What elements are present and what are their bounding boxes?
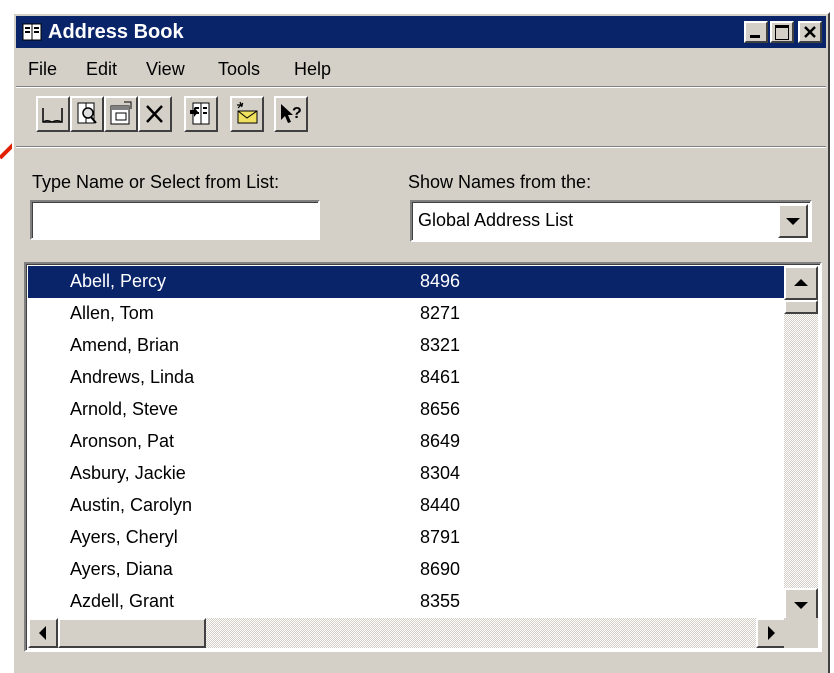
source-label: Show Names from the:	[408, 172, 592, 192]
scroll-down-icon	[794, 602, 808, 609]
address-list-rows: Abell, Percy 8496 Allen, Tom 8271 Amend, Bri…	[28, 266, 786, 622]
contact-extension: 8791	[420, 527, 461, 547]
list-item[interactable]: Asbury, Jackie 8304	[28, 458, 786, 490]
new-message-icon	[237, 101, 258, 124]
scroll-up-button[interactable]	[784, 266, 818, 300]
new-entry-button[interactable]	[36, 96, 70, 132]
maximize-button[interactable]	[770, 21, 794, 43]
dropdown-button[interactable]	[778, 204, 808, 238]
list-item[interactable]: Azdell, Grant 8355	[28, 586, 786, 618]
contact-name: Azdell, Grant	[70, 591, 175, 611]
menu-file[interactable]: File	[28, 59, 57, 80]
contact-extension: 8461	[420, 367, 461, 387]
list-item[interactable]: Arnold, Steve 8656	[28, 394, 786, 426]
list-item[interactable]: Austin, Carolyn 8440	[28, 490, 786, 522]
search-label: Type Name or Select from List:	[32, 172, 280, 192]
window-title: Address Book	[48, 21, 184, 43]
list-item[interactable]: Abell, Percy 8496	[28, 266, 786, 298]
scrollbar-corner	[784, 618, 818, 648]
list-item[interactable]: Andrews, Linda 8461	[28, 362, 786, 394]
maximize-icon	[775, 25, 789, 40]
scroll-up-icon	[794, 279, 808, 286]
properties-button[interactable]	[104, 96, 138, 132]
contact-name: Aronson, Pat	[70, 431, 175, 451]
list-item[interactable]: Allen, Tom 8271	[28, 298, 786, 330]
contact-name: Asbury, Jackie	[70, 463, 186, 483]
contact-name: Ayers, Diana	[70, 559, 173, 579]
svg-text:?: ?	[292, 105, 302, 122]
contact-extension: 8496	[420, 271, 461, 291]
contact-extension: 8690	[420, 559, 461, 579]
menu-bar: File Edit View Tools Help	[16, 54, 826, 84]
address-book-icon	[22, 23, 42, 41]
toolbar-separator	[16, 146, 826, 148]
list-item[interactable]: Ayers, Cheryl 8791	[28, 522, 786, 554]
contact-name: Arnold, Steve	[70, 399, 179, 419]
contact-name: Andrews, Linda	[70, 367, 195, 387]
menu-view[interactable]: View	[146, 59, 185, 80]
new-entry-icon	[42, 108, 63, 123]
address-list-value: Global Address List	[418, 210, 574, 230]
help-button[interactable]: ?	[274, 96, 308, 132]
contact-name: Austin, Carolyn	[70, 495, 193, 515]
menu-edit[interactable]: Edit	[86, 59, 117, 80]
new-message-button[interactable]	[230, 96, 264, 132]
search-input[interactable]	[30, 200, 320, 240]
title-bar[interactable]: Address Book	[16, 16, 826, 48]
contact-extension: 8271	[420, 303, 461, 323]
close-icon	[804, 26, 816, 38]
address-list[interactable]: Abell, Percy 8496 Allen, Tom 8271 Amend, Bri…	[24, 262, 822, 652]
scroll-left-icon	[39, 626, 46, 640]
find-items-icon	[77, 102, 97, 124]
minimize-button[interactable]	[744, 21, 768, 43]
scroll-down-button[interactable]	[784, 588, 818, 622]
contact-extension: 8649	[420, 431, 461, 451]
horizontal-scroll-thumb[interactable]	[58, 618, 206, 648]
contact-extension: 8304	[420, 463, 461, 483]
find-items-button[interactable]	[70, 96, 104, 132]
scroll-left-button[interactable]	[28, 618, 58, 648]
menu-tools[interactable]: Tools	[218, 59, 260, 80]
menu-separator	[16, 86, 826, 88]
contact-name: Abell, Percy	[70, 271, 167, 291]
contact-extension: 8440	[420, 495, 461, 515]
address-book-window: Address Book File Edit View Tools Help ?…	[12, 12, 830, 673]
contact-name: Amend, Brian	[70, 335, 180, 355]
scroll-right-icon	[768, 626, 775, 640]
contact-extension: 8656	[420, 399, 461, 419]
contact-name: Ayers, Cheryl	[70, 527, 178, 547]
add-to-personal-address-book-icon	[190, 102, 210, 125]
list-item[interactable]: Ayers, Diana 8690	[28, 554, 786, 586]
horizontal-scrollbar[interactable]	[28, 618, 786, 648]
list-item[interactable]: Aronson, Pat 8649	[28, 426, 786, 458]
delete-icon	[146, 105, 163, 123]
add-to-personal-address-book-button[interactable]	[184, 96, 218, 132]
minimize-icon	[750, 35, 760, 38]
contact-name: Allen, Tom	[70, 303, 154, 323]
contact-extension: 8355	[420, 591, 461, 611]
help-icon: ?	[281, 104, 302, 123]
properties-icon	[110, 101, 132, 125]
close-button[interactable]	[798, 21, 822, 43]
scroll-thumb[interactable]	[784, 300, 818, 314]
vertical-scrollbar[interactable]	[784, 266, 818, 622]
delete-button[interactable]	[138, 96, 172, 132]
address-list-dropdown[interactable]: Global Address List	[410, 200, 812, 242]
scroll-right-button[interactable]	[756, 618, 786, 648]
contact-extension: 8321	[420, 335, 461, 355]
chevron-down-icon	[786, 218, 800, 225]
list-item[interactable]: Amend, Brian 8321	[28, 330, 786, 362]
menu-help[interactable]: Help	[294, 59, 331, 80]
